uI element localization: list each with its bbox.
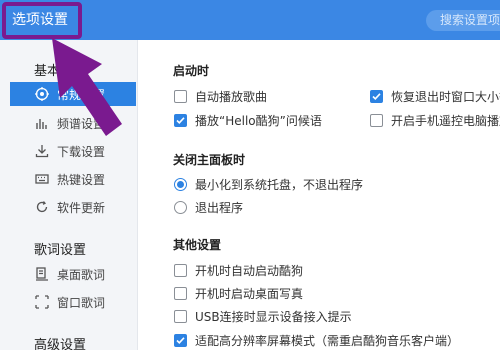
check-icon: [372, 93, 381, 100]
keyboard-icon: [34, 171, 50, 187]
sidebar-item-spectrum[interactable]: 频谱设置: [10, 111, 136, 135]
update-icon: [34, 199, 50, 215]
window-lyrics-icon: [34, 294, 50, 310]
group-title-close-panel: 关闭主面板时: [173, 153, 246, 167]
check-icon: [176, 337, 185, 344]
sidebar-item-desktop-lyrics[interactable]: 桌面歌词: [10, 262, 136, 286]
option-desktop-photo[interactable]: 开机时启动桌面写真: [174, 285, 303, 302]
sidebar-section-advanced: 高级设置: [34, 338, 87, 350]
sidebar-item-label: 窗口歌词: [57, 295, 106, 310]
group-title-startup: 启动时: [173, 64, 210, 78]
option-exit-program[interactable]: 退出程序: [174, 199, 243, 216]
option-minimize-to-tray[interactable]: 最小化到系统托盘，不退出程序: [174, 176, 363, 193]
sidebar-item-window-lyrics[interactable]: 窗口歌词: [10, 290, 136, 314]
option-label: 播放“Hello酷狗”问候语: [195, 114, 322, 128]
sidebar: 基本设置 常规设置 频谱设置 下载设置 热键设置 软件更新 歌词设置 桌面歌词 …: [0, 40, 138, 350]
option-label: 开机时自动启动酷狗: [195, 264, 304, 278]
settings-panel: 启动时 自动播放歌曲 恢复退出时窗口大小等 播放“Hello酷狗”问候语 开启手…: [138, 40, 500, 350]
sidebar-item-label: 热键设置: [57, 172, 106, 187]
search-input[interactable]: 搜索设置项: [426, 10, 500, 31]
option-restore-window[interactable]: 恢复退出时窗口大小等: [370, 88, 500, 105]
checkbox[interactable]: [174, 310, 187, 323]
checkbox-checked[interactable]: [174, 334, 187, 347]
checkbox[interactable]: [370, 114, 383, 127]
option-label: 恢复退出时窗口大小等: [391, 90, 500, 104]
checkbox[interactable]: [174, 90, 187, 103]
option-high-dpi[interactable]: 适配高分辨率屏幕模式（需重启酷狗音乐客户端）: [174, 332, 459, 349]
sidebar-item-general[interactable]: 常规设置: [10, 82, 136, 106]
check-icon: [176, 117, 185, 124]
download-icon: [34, 143, 50, 159]
window-title: 选项设置: [12, 12, 68, 28]
checkbox[interactable]: [174, 287, 187, 300]
option-autoplay[interactable]: 自动播放歌曲: [174, 88, 267, 105]
checkbox-checked[interactable]: [174, 114, 187, 127]
sidebar-item-label: 桌面歌词: [57, 267, 106, 282]
option-hello-greeting[interactable]: 播放“Hello酷狗”问候语: [174, 112, 322, 129]
radio[interactable]: [174, 201, 187, 214]
option-label: 最小化到系统托盘，不退出程序: [195, 178, 364, 192]
radio-selected[interactable]: [174, 178, 187, 191]
sidebar-section-basic: 基本设置: [34, 64, 87, 79]
checkbox-checked[interactable]: [370, 90, 383, 103]
sidebar-item-label: 软件更新: [57, 200, 106, 215]
sidebar-item-label: 下载设置: [57, 144, 106, 159]
option-label: 退出程序: [195, 201, 244, 215]
spectrum-icon: [34, 115, 50, 131]
option-usb-prompt[interactable]: USB连接时显示设备接入提示: [174, 308, 352, 325]
option-label: 自动播放歌曲: [195, 90, 268, 104]
option-autostart[interactable]: 开机时自动启动酷狗: [174, 262, 303, 279]
option-phone-remote[interactable]: 开启手机遥控电脑播放: [370, 112, 500, 129]
desktop-lyrics-icon: [34, 266, 50, 282]
option-label: 开机时启动桌面写真: [195, 287, 304, 301]
sidebar-section-lyrics: 歌词设置: [34, 243, 87, 258]
sidebar-item-update[interactable]: 软件更新: [10, 195, 136, 219]
sidebar-item-label: 频谱设置: [57, 116, 106, 131]
target-icon: [34, 86, 50, 102]
sidebar-item-label: 常规设置: [57, 87, 106, 102]
group-title-other: 其他设置: [173, 238, 222, 252]
option-label: 适配高分辨率屏幕模式（需重启酷狗音乐客户端）: [195, 334, 460, 348]
option-label: 开启手机遥控电脑播放: [391, 114, 500, 128]
sidebar-item-hotkey[interactable]: 热键设置: [10, 167, 136, 191]
checkbox[interactable]: [174, 264, 187, 277]
title-bar: 选项设置 搜索设置项: [0, 0, 500, 40]
option-label: USB连接时显示设备接入提示: [195, 310, 352, 324]
sidebar-item-download[interactable]: 下载设置: [10, 139, 136, 163]
